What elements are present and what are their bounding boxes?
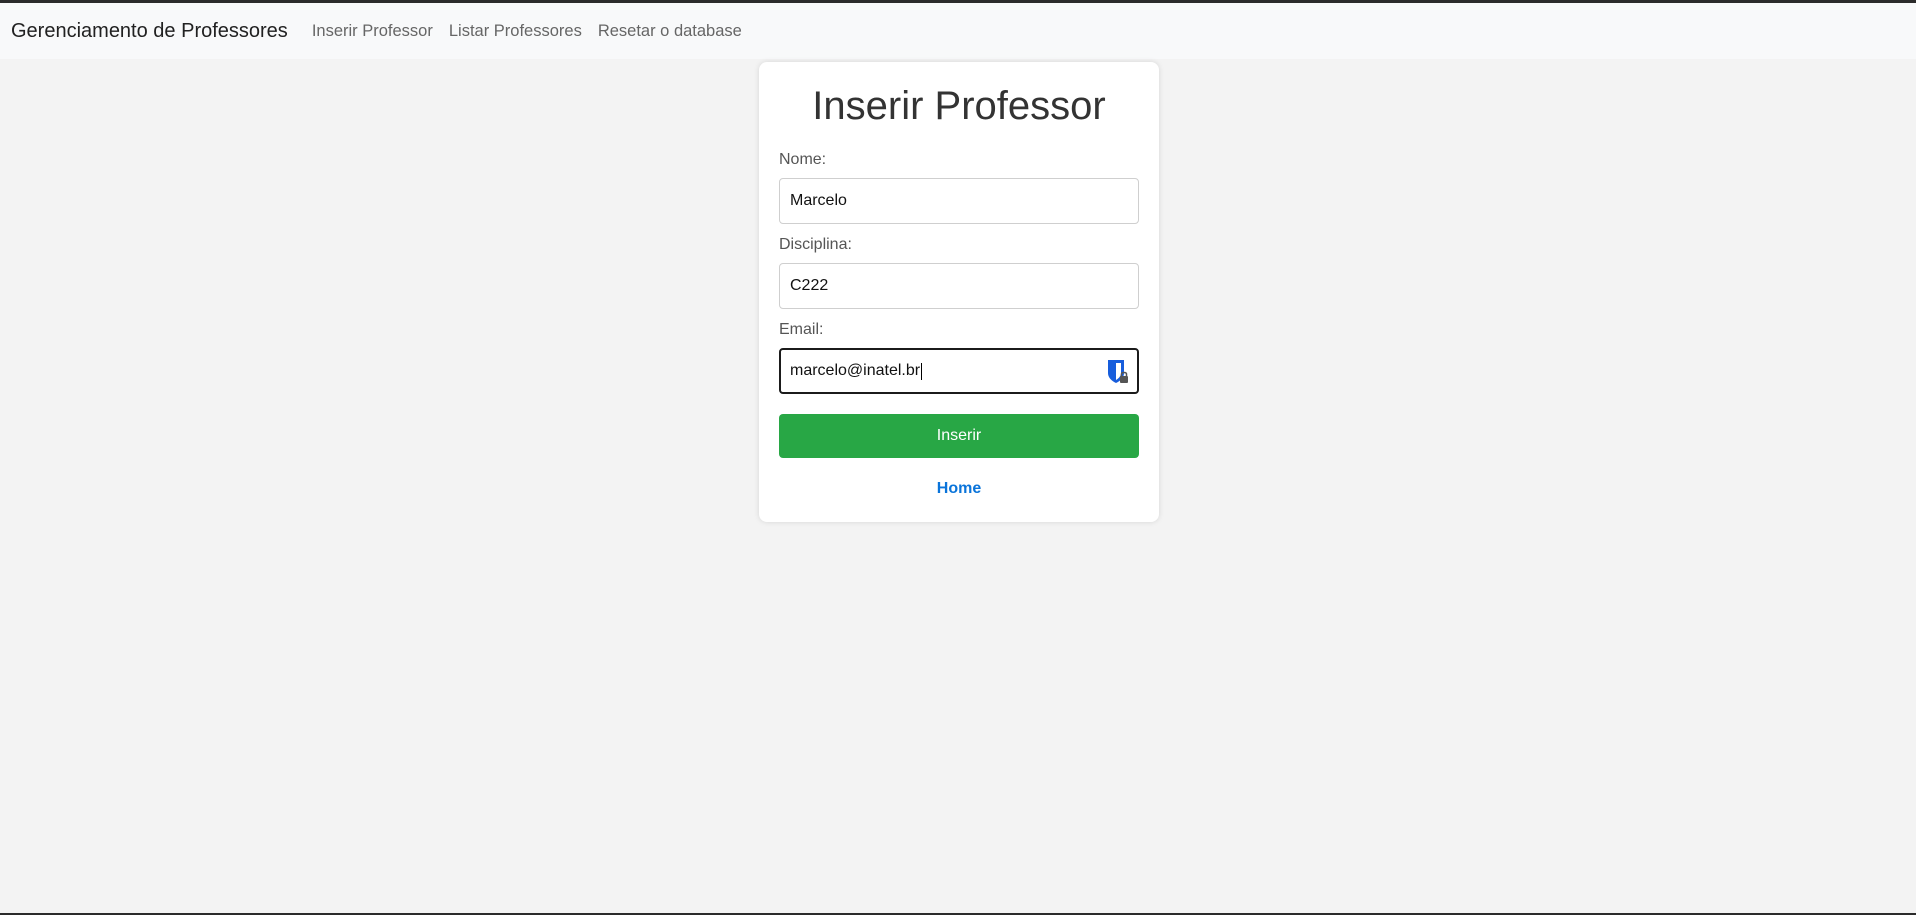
nome-label: Nome: — [779, 151, 827, 168]
nome-input[interactable]: Marcelo — [779, 178, 1139, 224]
disciplina-input-value: C222 — [790, 277, 829, 294]
insert-professor-card: Inserir Professor Nome: Marcelo Discipli… — [759, 62, 1159, 522]
nome-input-value: Marcelo — [790, 192, 847, 209]
nav-link-inserir-professor[interactable]: Inserir Professor — [312, 22, 433, 41]
nav-link-listar-professores[interactable]: Listar Professores — [449, 22, 582, 41]
password-manager-shield-icon[interactable] — [1107, 359, 1129, 385]
email-input-value: marcelo@inatel.br — [790, 362, 921, 379]
page-title: Inserir Professor — [812, 84, 1106, 128]
inserir-button[interactable]: Inserir — [779, 414, 1139, 458]
text-caret — [921, 362, 923, 380]
email-label: Email: — [779, 321, 824, 338]
navbar-brand[interactable]: Gerenciamento de Professores — [11, 20, 288, 43]
navbar: Gerenciamento de Professores Inserir Pro… — [0, 3, 1916, 59]
disciplina-label: Disciplina: — [779, 236, 852, 253]
nav-link-resetar-database[interactable]: Resetar o database — [598, 22, 742, 41]
home-link[interactable]: Home — [759, 480, 1159, 498]
email-input[interactable]: marcelo@inatel.br — [779, 348, 1139, 394]
disciplina-input[interactable]: C222 — [779, 263, 1139, 309]
nav-links: Inserir Professor Listar Professores Res… — [312, 22, 758, 41]
